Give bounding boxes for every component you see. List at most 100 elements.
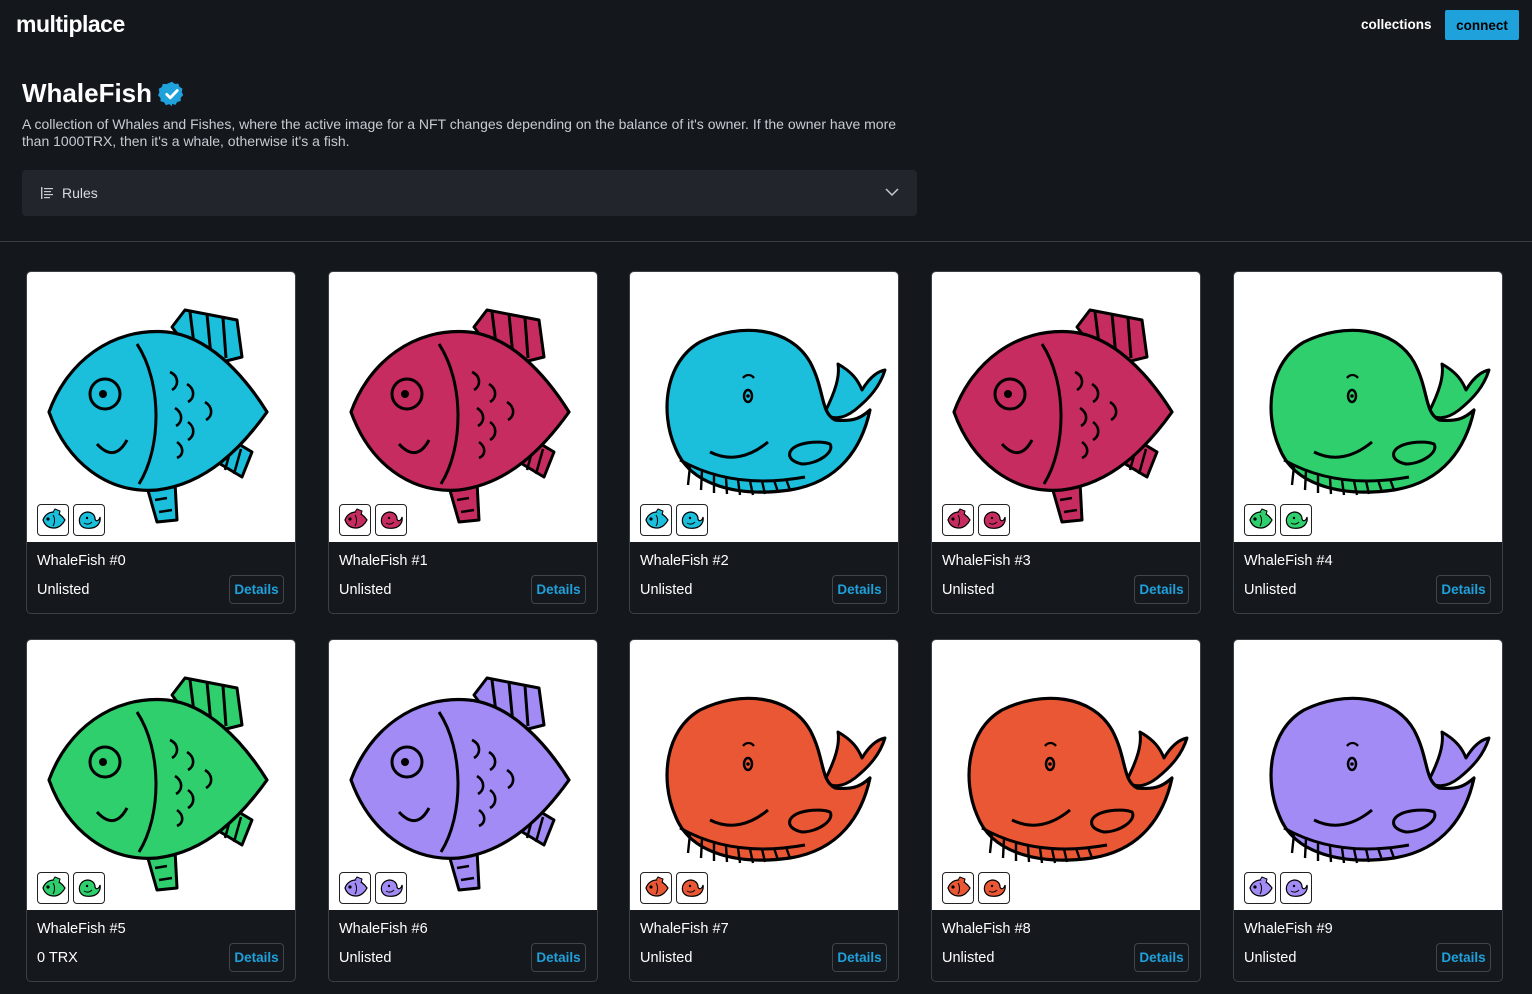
- nft-name: WhaleFish #7: [640, 921, 729, 937]
- nft-card[interactable]: WhaleFish #4 Unlisted Details: [1233, 271, 1503, 614]
- section-divider: [0, 241, 1532, 242]
- whale-variant-icon[interactable]: [1280, 872, 1312, 904]
- image-variant-thumbs: [37, 504, 105, 536]
- details-button[interactable]: Details: [1134, 575, 1189, 604]
- whale-icon: [1269, 328, 1491, 496]
- nft-price: Unlisted: [339, 582, 392, 598]
- whale-variant-icon[interactable]: [978, 504, 1010, 536]
- nft-name: WhaleFish #0: [37, 553, 126, 569]
- collection-title: WhaleFish: [22, 78, 153, 108]
- nft-image[interactable]: [329, 272, 597, 542]
- nft-name: WhaleFish #3: [942, 553, 1031, 569]
- chevron-down-icon: [885, 188, 899, 197]
- fish-icon: [47, 676, 269, 892]
- fish-variant-icon[interactable]: [640, 504, 672, 536]
- nft-image[interactable]: [27, 640, 295, 910]
- details-button[interactable]: Details: [1134, 943, 1189, 972]
- nft-name: WhaleFish #4: [1244, 553, 1333, 569]
- nft-image[interactable]: [630, 640, 898, 910]
- whale-icon: [665, 696, 887, 864]
- fish-variant-icon[interactable]: [37, 504, 69, 536]
- nft-card[interactable]: WhaleFish #6 Unlisted Details: [328, 639, 598, 982]
- details-button[interactable]: Details: [229, 575, 284, 604]
- fish-variant-icon[interactable]: [1244, 872, 1276, 904]
- whale-variant-icon[interactable]: [676, 504, 708, 536]
- image-variant-thumbs: [640, 504, 708, 536]
- fish-variant-icon[interactable]: [339, 504, 371, 536]
- nft-image[interactable]: [329, 640, 597, 910]
- fish-variant-icon[interactable]: [640, 872, 672, 904]
- nft-name: WhaleFish #8: [942, 921, 1031, 937]
- nft-price: Unlisted: [1244, 582, 1297, 598]
- image-variant-thumbs: [37, 872, 105, 904]
- nft-name: WhaleFish #6: [339, 921, 428, 937]
- nft-name: WhaleFish #1: [339, 553, 428, 569]
- collection-header: WhaleFish: [22, 78, 186, 109]
- whale-variant-icon[interactable]: [73, 504, 105, 536]
- nft-card[interactable]: WhaleFish #2 Unlisted Details: [629, 271, 899, 614]
- image-variant-thumbs: [942, 872, 1010, 904]
- nft-price: Unlisted: [640, 582, 693, 598]
- nft-image[interactable]: [630, 272, 898, 542]
- nft-card[interactable]: WhaleFish #0 Unlisted Details: [26, 271, 296, 614]
- nft-price: 0 TRX: [37, 950, 78, 966]
- list-icon: [41, 187, 53, 199]
- image-variant-thumbs: [942, 504, 1010, 536]
- nft-price: Unlisted: [339, 950, 392, 966]
- nft-card[interactable]: WhaleFish #1 Unlisted Details: [328, 271, 598, 614]
- image-variant-thumbs: [1244, 872, 1312, 904]
- nft-image[interactable]: [1234, 640, 1502, 910]
- image-variant-thumbs: [640, 872, 708, 904]
- rules-accordion[interactable]: Rules: [22, 170, 917, 216]
- nft-price: Unlisted: [1244, 950, 1297, 966]
- top-navbar: multiplace collections connect: [0, 0, 1532, 52]
- nft-image[interactable]: [932, 640, 1200, 910]
- nft-price: Unlisted: [640, 950, 693, 966]
- nft-name: WhaleFish #9: [1244, 921, 1333, 937]
- connect-button[interactable]: connect: [1445, 10, 1519, 40]
- fish-variant-icon[interactable]: [942, 872, 974, 904]
- fish-icon: [349, 676, 571, 892]
- collection-description: A collection of Whales and Fishes, where…: [22, 116, 897, 149]
- nft-image[interactable]: [932, 272, 1200, 542]
- nft-card[interactable]: WhaleFish #8 Unlisted Details: [931, 639, 1201, 982]
- details-button[interactable]: Details: [531, 943, 586, 972]
- nft-price: Unlisted: [37, 582, 90, 598]
- details-button[interactable]: Details: [1436, 575, 1491, 604]
- whale-icon: [967, 696, 1189, 864]
- whale-icon: [665, 328, 887, 496]
- fish-icon: [47, 308, 269, 524]
- whale-variant-icon[interactable]: [1280, 504, 1312, 536]
- fish-icon: [952, 308, 1174, 524]
- whale-variant-icon[interactable]: [375, 872, 407, 904]
- nft-name: WhaleFish #2: [640, 553, 729, 569]
- fish-variant-icon[interactable]: [339, 872, 371, 904]
- details-button[interactable]: Details: [531, 575, 586, 604]
- nft-image[interactable]: [27, 272, 295, 542]
- image-variant-thumbs: [339, 872, 407, 904]
- whale-variant-icon[interactable]: [978, 872, 1010, 904]
- nft-card[interactable]: WhaleFish #5 0 TRX Details: [26, 639, 296, 982]
- fish-variant-icon[interactable]: [942, 504, 974, 536]
- image-variant-thumbs: [1244, 504, 1312, 536]
- whale-variant-icon[interactable]: [375, 504, 407, 536]
- site-logo[interactable]: multiplace: [16, 11, 125, 38]
- nav-collections-link[interactable]: collections: [1361, 17, 1432, 32]
- nft-price: Unlisted: [942, 582, 995, 598]
- whale-variant-icon[interactable]: [676, 872, 708, 904]
- nft-price: Unlisted: [942, 950, 995, 966]
- nft-card[interactable]: WhaleFish #3 Unlisted Details: [931, 271, 1201, 614]
- fish-variant-icon[interactable]: [37, 872, 69, 904]
- image-variant-thumbs: [339, 504, 407, 536]
- nft-name: WhaleFish #5: [37, 921, 126, 937]
- nft-card[interactable]: WhaleFish #7 Unlisted Details: [629, 639, 899, 982]
- details-button[interactable]: Details: [832, 575, 887, 604]
- nft-image[interactable]: [1234, 272, 1502, 542]
- nft-card[interactable]: WhaleFish #9 Unlisted Details: [1233, 639, 1503, 982]
- fish-variant-icon[interactable]: [1244, 504, 1276, 536]
- details-button[interactable]: Details: [1436, 943, 1491, 972]
- whale-variant-icon[interactable]: [73, 872, 105, 904]
- details-button[interactable]: Details: [832, 943, 887, 972]
- verified-badge-icon: [158, 80, 186, 108]
- details-button[interactable]: Details: [229, 943, 284, 972]
